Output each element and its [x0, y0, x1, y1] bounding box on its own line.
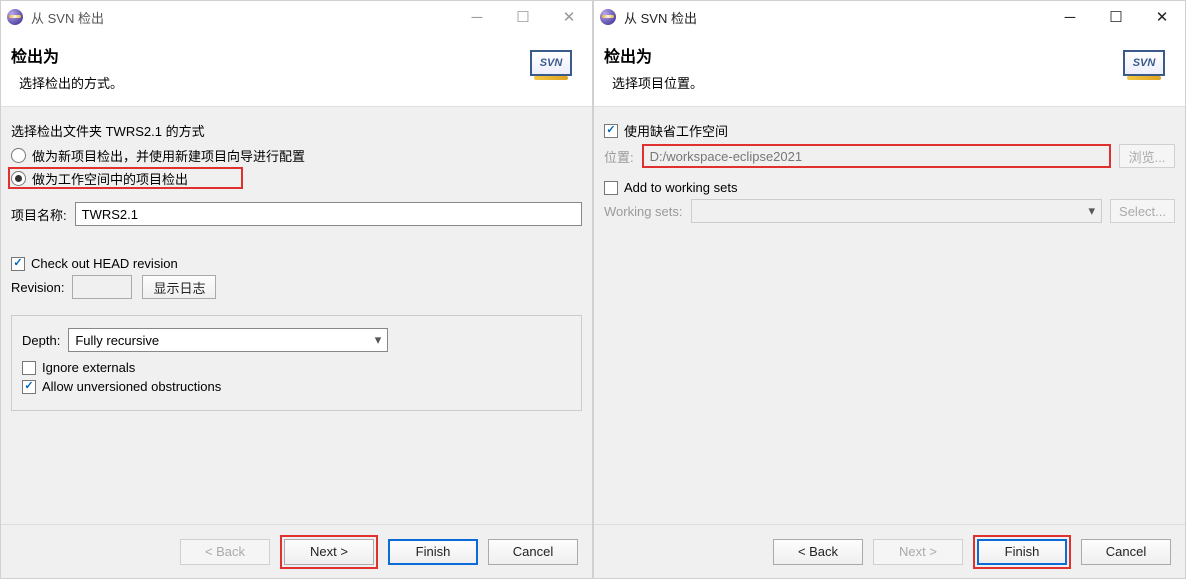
next-button: Next >: [873, 539, 963, 565]
checkbox-allow-unversioned-label: Allow unversioned obstructions: [42, 379, 221, 394]
revision-input: [72, 275, 132, 299]
page-title: 检出为: [11, 43, 526, 67]
wizard-body: 使用缺省工作空间 位置: 浏览... Add to working sets W…: [594, 107, 1185, 524]
next-button[interactable]: Next >: [284, 539, 374, 565]
window-title: 从 SVN 检出: [31, 8, 454, 27]
radio-workspace-project-label: 做为工作空间中的项目检出: [32, 169, 188, 188]
close-button[interactable]: ✕: [546, 1, 592, 33]
intro-label: 选择检出文件夹 TWRS2.1 的方式: [11, 121, 205, 140]
depth-select[interactable]: Fully recursive: [68, 328, 388, 352]
radio-new-project-label: 做为新项目检出，并使用新建项目向导进行配置: [32, 146, 305, 165]
close-button[interactable]: ✕: [1139, 1, 1185, 33]
radio-new-project[interactable]: [11, 148, 26, 163]
minimize-button[interactable]: ─: [454, 1, 500, 33]
back-button: < Back: [180, 539, 270, 565]
cancel-button[interactable]: Cancel: [1081, 539, 1171, 565]
show-log-button[interactable]: 显示日志: [142, 275, 216, 299]
project-name-label: 项目名称:: [11, 205, 67, 224]
page-subtitle: 选择项目位置。: [604, 73, 1119, 92]
maximize-button[interactable]: ☐: [1093, 1, 1139, 33]
location-input: [642, 144, 1111, 168]
maximize-button[interactable]: ☐: [500, 1, 546, 33]
cancel-button[interactable]: Cancel: [488, 539, 578, 565]
checkbox-ignore-externals[interactable]: [22, 361, 36, 375]
checkbox-default-workspace-label: 使用缺省工作空间: [624, 121, 728, 140]
wizard-footer: < Back Next > Finish Cancel: [594, 524, 1185, 578]
page-subtitle: 选择检出的方式。: [11, 73, 526, 92]
location-label: 位置:: [604, 147, 634, 166]
wizard-header: 检出为 选择检出的方式。 SVN: [1, 33, 592, 107]
depth-label: Depth:: [22, 333, 60, 348]
browse-button: 浏览...: [1119, 144, 1175, 168]
eclipse-icon: [7, 9, 23, 25]
select-working-sets-button: Select...: [1110, 199, 1175, 223]
checkbox-add-working-sets-label: Add to working sets: [624, 180, 737, 195]
back-button[interactable]: < Back: [773, 539, 863, 565]
checkbox-head-revision-label: Check out HEAD revision: [31, 256, 178, 271]
wizard-footer: < Back Next > Finish Cancel: [1, 524, 592, 578]
working-sets-select: [691, 199, 1103, 223]
dialog-checkout-method: 从 SVN 检出 ─ ☐ ✕ 检出为 选择检出的方式。 SVN 选择检出文件夹 …: [0, 0, 593, 579]
finish-button[interactable]: Finish: [977, 539, 1067, 565]
checkbox-default-workspace[interactable]: [604, 124, 618, 138]
wizard-body: 选择检出文件夹 TWRS2.1 的方式 做为新项目检出，并使用新建项目向导进行配…: [1, 107, 592, 524]
options-panel: Depth: Fully recursive Ignore externals …: [11, 315, 582, 411]
svn-icon: SVN: [1119, 43, 1169, 83]
revision-label: Revision:: [11, 280, 64, 295]
radio-workspace-project[interactable]: [11, 171, 26, 186]
checkbox-ignore-externals-label: Ignore externals: [42, 360, 135, 375]
project-name-input[interactable]: [75, 202, 582, 226]
page-title: 检出为: [604, 43, 1119, 67]
finish-button[interactable]: Finish: [388, 539, 478, 565]
wizard-header: 检出为 选择项目位置。 SVN: [594, 33, 1185, 107]
titlebar: 从 SVN 检出 ─ ☐ ✕: [594, 1, 1185, 33]
checkbox-add-working-sets[interactable]: [604, 181, 618, 195]
dialog-checkout-location: 从 SVN 检出 ─ ☐ ✕ 检出为 选择项目位置。 SVN 使用缺省工作空间 …: [593, 0, 1186, 579]
titlebar: 从 SVN 检出 ─ ☐ ✕: [1, 1, 592, 33]
window-controls: ─ ☐ ✕: [454, 1, 592, 33]
checkbox-head-revision[interactable]: [11, 257, 25, 271]
working-sets-label: Working sets:: [604, 204, 683, 219]
window-title: 从 SVN 检出: [624, 8, 1047, 27]
minimize-button[interactable]: ─: [1047, 1, 1093, 33]
eclipse-icon: [600, 9, 616, 25]
window-controls: ─ ☐ ✕: [1047, 1, 1185, 33]
checkbox-allow-unversioned[interactable]: [22, 380, 36, 394]
svn-icon: SVN: [526, 43, 576, 83]
